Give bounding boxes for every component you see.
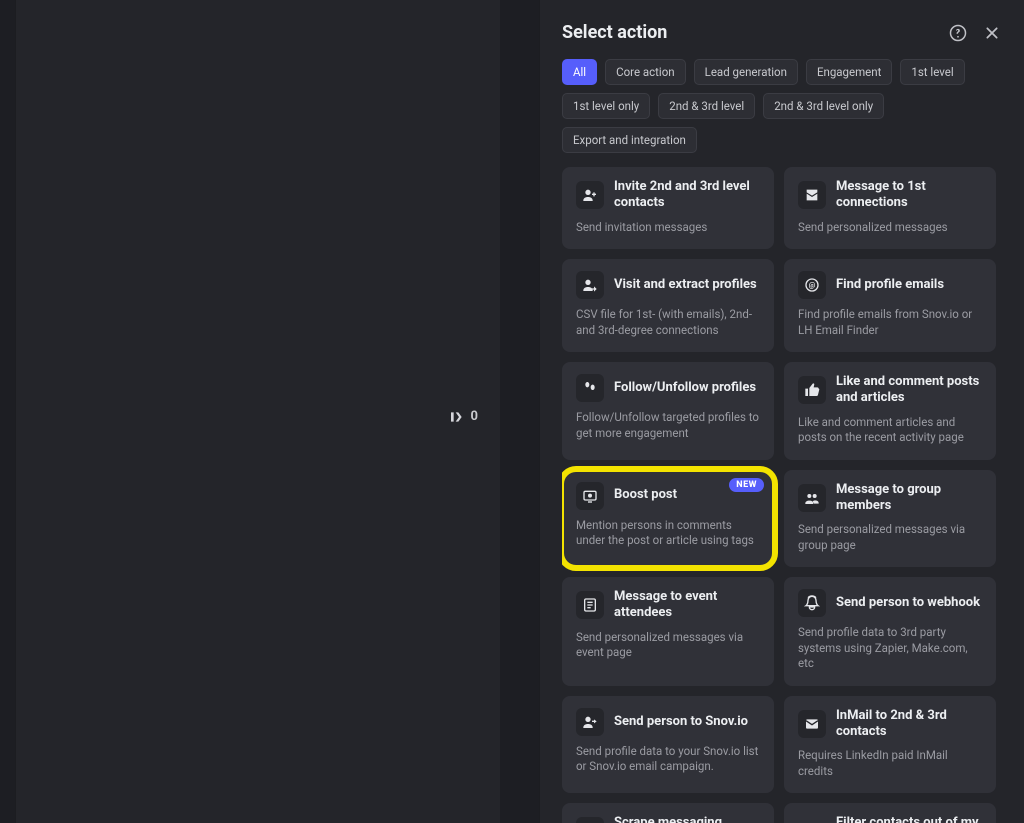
action-card[interactable]: Follow/Unfollow profiles Follow/Unfollow … xyxy=(562,362,774,460)
action-desc: Find profile emails from Snov.io or LH E… xyxy=(798,307,982,338)
action-card[interactable]: Like and comment posts and articles Like … xyxy=(784,362,996,460)
action-title: Message to 1st connections xyxy=(836,179,982,212)
action-icon xyxy=(576,374,604,402)
action-card[interactable]: NEW Boost post Mention persons in comments… xyxy=(562,470,774,568)
filter-chip[interactable]: 2nd & 3rd level only xyxy=(763,93,884,119)
action-card[interactable]: Message to event attendees Send personali… xyxy=(562,577,774,686)
svg-text:@: @ xyxy=(809,281,816,290)
action-card[interactable]: Filter contacts out of my network (keep … xyxy=(784,803,996,823)
action-title: Message to event attendees xyxy=(614,589,760,622)
action-card[interactable]: @ Find profile emails Find profile emails … xyxy=(784,259,996,352)
action-icon xyxy=(798,710,826,738)
actions-grid: Invite 2nd and 3rd level contacts Send in… xyxy=(562,167,996,823)
action-desc: CSV file for 1st- (with emails), 2nd- an… xyxy=(576,307,760,338)
filter-chip[interactable]: 1st level only xyxy=(562,93,650,119)
skip-icon xyxy=(449,410,465,424)
action-desc: Send personalized messages via group pag… xyxy=(798,522,982,553)
action-title: Invite 2nd and 3rd level contacts xyxy=(614,179,760,212)
action-desc: Send invitation messages xyxy=(576,220,760,236)
filter-chip[interactable]: All xyxy=(562,59,597,85)
action-card[interactable]: Send person to webhook Send profile data … xyxy=(784,577,996,686)
action-icon xyxy=(576,482,604,510)
help-icon[interactable] xyxy=(948,23,968,43)
action-title: Find profile emails xyxy=(836,277,944,293)
filter-chip[interactable]: Engagement xyxy=(806,59,892,85)
action-card[interactable]: Message to 1st connections Send personali… xyxy=(784,167,996,249)
action-desc: Like and comment articles and posts on t… xyxy=(798,415,982,446)
action-icon xyxy=(798,181,826,209)
close-icon[interactable] xyxy=(982,23,1002,43)
action-card[interactable]: Scrape messaging historySaves messaging … xyxy=(562,803,774,823)
panel-title: Select action xyxy=(562,22,667,43)
action-desc: Send profile data to 3rd party systems u… xyxy=(798,625,982,672)
action-desc: Send profile data to your Snov.io list o… xyxy=(576,744,760,775)
action-desc: Send personalized messages via event pag… xyxy=(576,630,760,661)
action-icon xyxy=(576,817,604,823)
action-title: Scrape messaging history xyxy=(614,815,760,823)
action-title: Like and comment posts and articles xyxy=(836,374,982,407)
action-icon: @ xyxy=(798,271,826,299)
action-desc: Send personalized messages xyxy=(798,220,982,236)
action-title: Message to group members xyxy=(836,482,982,515)
action-icon xyxy=(576,181,604,209)
action-icon xyxy=(798,484,826,512)
action-title: Filter contacts out of my network (keep … xyxy=(836,815,982,823)
action-desc: Requires LinkedIn paid InMail credits xyxy=(798,748,982,779)
action-icon xyxy=(576,708,604,736)
filter-chip[interactable]: Export and integration xyxy=(562,127,697,153)
filter-chips: All Core action Lead generation Engagement 1… xyxy=(562,59,1002,153)
action-icon xyxy=(576,271,604,299)
action-card[interactable]: Invite 2nd and 3rd level contacts Send in… xyxy=(562,167,774,249)
action-icon xyxy=(798,589,826,617)
action-title: Send person to Snov.io xyxy=(614,714,748,730)
filter-chip[interactable]: Lead generation xyxy=(694,59,798,85)
action-card[interactable]: Send person to Snov.io Send profile data … xyxy=(562,696,774,794)
action-title: Send person to webhook xyxy=(836,595,980,611)
stat-skipped: 0 xyxy=(15,0,500,823)
action-icon xyxy=(576,591,604,619)
action-title: Visit and extract profiles xyxy=(614,277,757,293)
action-desc: Follow/Unfollow targeted profiles to get… xyxy=(576,410,760,441)
action-desc: Mention persons in comments under the po… xyxy=(576,518,760,549)
action-title: Follow/Unfollow profiles xyxy=(614,380,756,396)
action-icon xyxy=(798,376,826,404)
action2-card[interactable]: Queue 0 Delay between actions ✔0 0 xyxy=(97,385,403,513)
filter-chip[interactable]: 2nd & 3rd level xyxy=(658,93,755,119)
action-title: Boost post xyxy=(614,487,677,503)
filter-chip[interactable]: 1st level xyxy=(900,59,964,85)
action-card[interactable]: InMail to 2nd & 3rd contacts Requires Lin… xyxy=(784,696,996,794)
filter-chip[interactable]: Core action xyxy=(605,59,686,85)
action-card[interactable]: Visit and extract profiles CSV file for 1… xyxy=(562,259,774,352)
action-card[interactable]: Message to group members Send personalize… xyxy=(784,470,996,568)
select-action-panel: Select action All Core action Lead generat… xyxy=(539,0,1024,823)
action-title: InMail to 2nd & 3rd contacts xyxy=(836,708,982,741)
new-badge: NEW xyxy=(729,478,764,492)
